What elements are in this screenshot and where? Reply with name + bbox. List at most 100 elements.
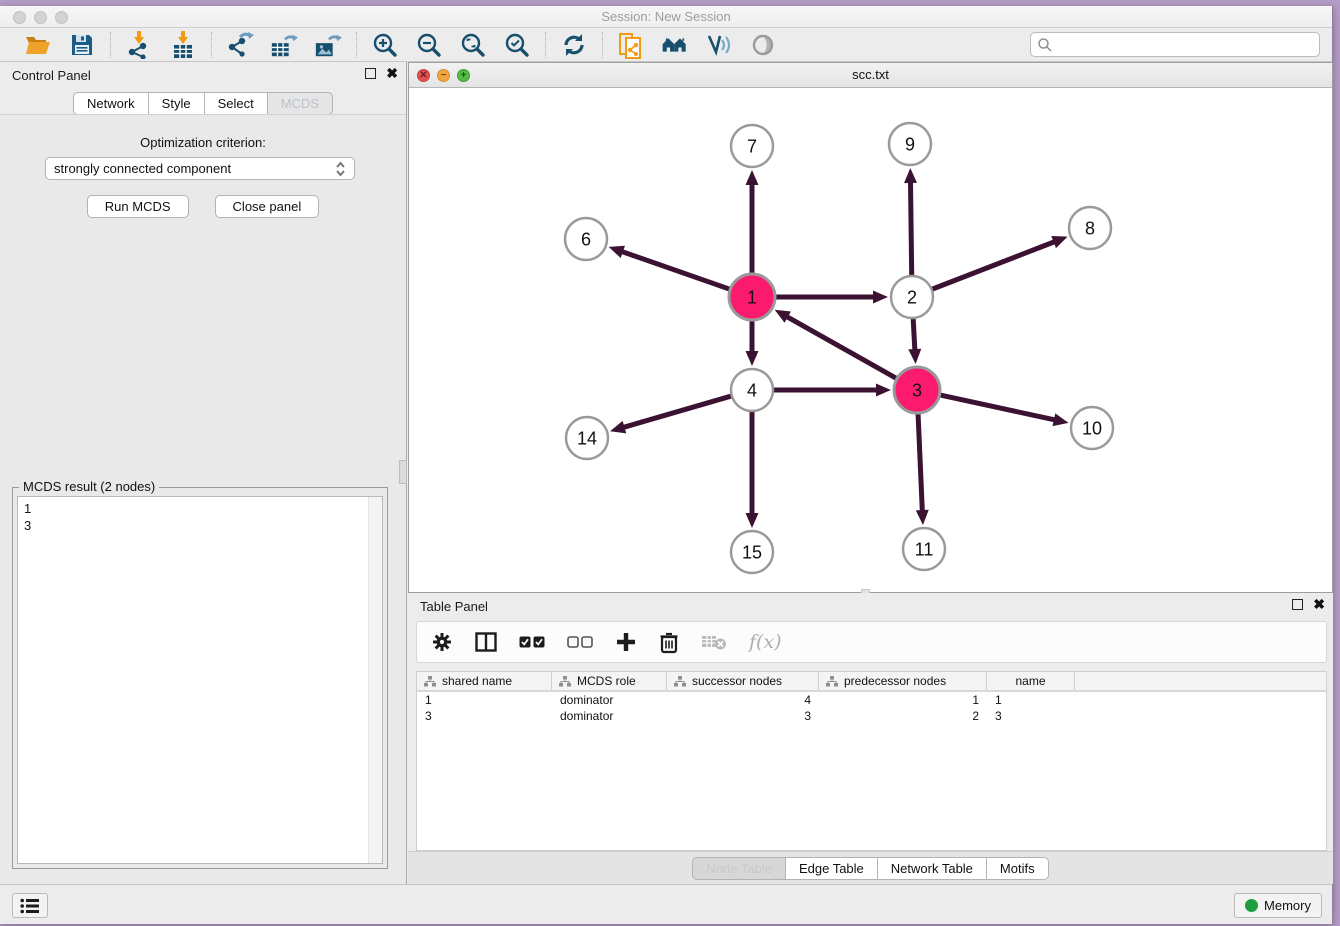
mcds-result-text[interactable]: 1 3 <box>17 496 383 864</box>
column-header-shared-name[interactable]: shared name <box>417 672 552 690</box>
graph-edge-arrowhead <box>746 351 759 366</box>
table-row[interactable]: 3 dominator 3 2 3 <box>417 708 1326 724</box>
table-close-panel-icon[interactable]: ✖ <box>1313 599 1325 610</box>
fx-label: f(x) <box>749 631 782 653</box>
export-table-icon[interactable] <box>270 32 298 58</box>
node-table[interactable]: shared name MCDS role successor nodes pr… <box>416 671 1327 851</box>
graph-node-label: 7 <box>747 136 757 156</box>
zoom-out-icon[interactable] <box>415 32 443 58</box>
export-image-icon[interactable] <box>314 32 342 58</box>
result-scrollbar[interactable] <box>368 497 382 863</box>
graph-edge-3-1[interactable] <box>785 316 899 380</box>
delete-column-icon[interactable] <box>659 627 679 657</box>
table-cell[interactable]: 3 <box>417 708 552 724</box>
column-header-mcds-role[interactable]: MCDS role <box>552 672 667 690</box>
export-network-icon[interactable] <box>226 32 254 58</box>
window-title: Session: New Session <box>0 9 1332 24</box>
tab-network-table[interactable]: Network Table <box>877 857 987 880</box>
control-panel-title: Control Panel <box>12 68 91 83</box>
table-panel-tabs: Node Table Edge Table Network Table Moti… <box>408 851 1333 884</box>
main-toolbar <box>0 28 1332 62</box>
clone-network-icon[interactable] <box>617 32 645 58</box>
memory-button[interactable]: Memory <box>1234 893 1322 918</box>
vertical-splitter-handle[interactable] <box>399 460 407 484</box>
optimization-criterion-select[interactable]: strongly connected component <box>45 157 355 180</box>
table-panel-title: Table Panel <box>420 599 488 614</box>
graph-edge-arrowhead <box>746 170 759 185</box>
column-header-name[interactable]: name <box>987 672 1075 690</box>
table-cell[interactable]: 2 <box>819 708 987 724</box>
graph-edge-arrowhead <box>908 349 921 364</box>
network-window-titlebar[interactable]: ✕ − + scc.txt <box>409 63 1332 88</box>
graph-node-label: 4 <box>747 380 757 400</box>
table-cell[interactable]: 3 <box>667 708 819 724</box>
split-pane-icon[interactable] <box>475 627 497 657</box>
task-history-button[interactable] <box>12 893 48 918</box>
select-all-checkboxes-icon[interactable] <box>519 627 545 657</box>
graph-edge-arrowhead <box>1051 236 1067 248</box>
table-row[interactable]: 1 dominator 4 1 1 <box>417 692 1326 708</box>
list-icon <box>20 898 40 914</box>
search-field[interactable] <box>1030 32 1320 57</box>
tab-edge-table[interactable]: Edge Table <box>785 857 878 880</box>
memory-status-icon <box>1245 899 1258 912</box>
add-column-icon[interactable] <box>615 627 637 657</box>
status-bar: Memory <box>0 884 1332 924</box>
open-file-icon[interactable] <box>24 32 52 58</box>
table-float-panel-icon[interactable] <box>1292 599 1303 610</box>
zoom-in-icon[interactable] <box>371 32 399 58</box>
tab-style[interactable]: Style <box>148 92 205 115</box>
close-panel-button[interactable]: Close panel <box>215 195 320 218</box>
graph-edge-3-11[interactable] <box>918 411 922 513</box>
float-panel-icon[interactable] <box>365 68 376 79</box>
settings-gear-icon[interactable] <box>431 627 453 657</box>
network-canvas[interactable]: 7968124314101511 <box>409 88 1332 592</box>
close-panel-icon[interactable]: ✖ <box>386 68 398 79</box>
graph-node-label: 6 <box>581 229 591 249</box>
table-cell[interactable]: 4 <box>667 692 819 708</box>
zoom-fit-icon[interactable] <box>459 32 487 58</box>
graph-node-label: 15 <box>742 542 762 562</box>
table-cell[interactable]: 3 <box>987 708 1075 724</box>
table-cell[interactable]: dominator <box>552 708 667 724</box>
control-panel-tabs: Network Style Select MCDS <box>0 92 406 115</box>
refresh-layout-icon[interactable] <box>560 32 588 58</box>
graph-node-label: 9 <box>905 134 915 154</box>
import-table-icon[interactable] <box>169 32 197 58</box>
function-builder-icon[interactable]: f(x) <box>749 627 782 657</box>
tab-motifs[interactable]: Motifs <box>986 857 1049 880</box>
run-mcds-button[interactable]: Run MCDS <box>87 195 189 218</box>
tab-network[interactable]: Network <box>73 92 149 115</box>
save-session-icon[interactable] <box>68 32 96 58</box>
graph-edge-3-10[interactable] <box>938 394 1057 420</box>
graph-edge-2-9[interactable] <box>910 180 911 278</box>
attribute-type-icon <box>559 676 571 687</box>
network-view-window: ✕ − + scc.txt 7968124314101511 <box>408 62 1333 593</box>
show-graphics-details-icon[interactable] <box>705 32 733 58</box>
graph-node-label: 1 <box>747 287 757 307</box>
table-cell[interactable]: 1 <box>987 692 1075 708</box>
delete-table-icon[interactable] <box>701 627 727 657</box>
search-input[interactable] <box>1053 35 1319 55</box>
graph-edge-arrowhead <box>609 246 625 258</box>
import-network-icon[interactable] <box>125 32 153 58</box>
zoom-selected-icon[interactable] <box>503 32 531 58</box>
first-neighbors-icon[interactable] <box>661 32 689 58</box>
table-cell[interactable]: dominator <box>552 692 667 708</box>
table-cell[interactable]: 1 <box>417 692 552 708</box>
table-cell[interactable]: 1 <box>819 692 987 708</box>
column-header-predecessor-nodes[interactable]: predecessor nodes <box>819 672 987 690</box>
tab-node-table[interactable]: Node Table <box>692 857 786 880</box>
table-panel: Table Panel ✖ <box>408 593 1333 884</box>
eye-icon[interactable] <box>749 32 777 58</box>
graph-edge-2-8[interactable] <box>930 241 1057 290</box>
deselect-all-checkboxes-icon[interactable] <box>567 627 593 657</box>
graph-edge-2-3[interactable] <box>913 316 915 352</box>
tab-mcds[interactable]: MCDS <box>267 92 333 115</box>
graph-edge-1-6[interactable] <box>620 251 732 290</box>
graph-edge-4-14[interactable] <box>622 395 734 428</box>
tab-select[interactable]: Select <box>204 92 268 115</box>
mcds-result-title: MCDS result (2 nodes) <box>19 479 159 494</box>
table-toolbar: f(x) <box>416 621 1327 663</box>
column-header-successor-nodes[interactable]: successor nodes <box>667 672 819 690</box>
